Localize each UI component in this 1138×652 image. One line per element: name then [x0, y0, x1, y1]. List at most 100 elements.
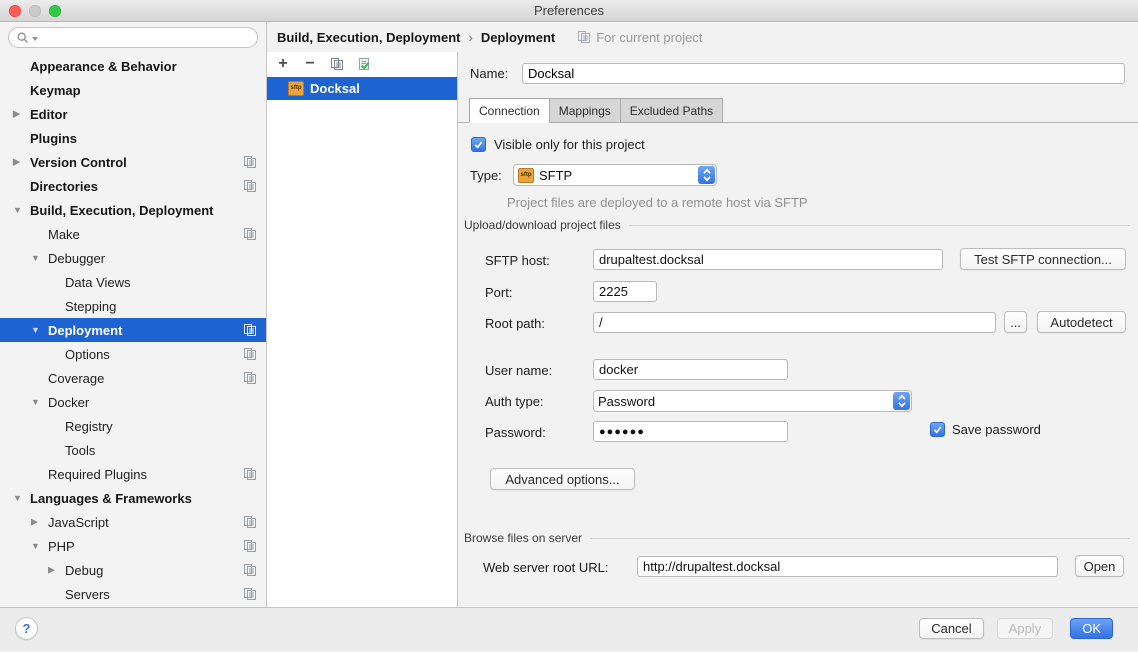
help-button[interactable]: ?	[15, 617, 38, 640]
user-name-input[interactable]	[593, 359, 788, 380]
upload-section-header: Upload/download project files	[464, 218, 1130, 232]
per-project-icon	[243, 371, 257, 385]
root-path-input[interactable]	[593, 312, 996, 333]
per-project-icon	[577, 30, 591, 44]
servers-toolbar: + −	[267, 52, 457, 76]
visible-only-checkbox[interactable]	[471, 137, 486, 152]
browse-section-header: Browse files on server	[464, 531, 1130, 545]
sidebar-item-coverage[interactable]: Coverage	[0, 366, 266, 390]
sidebar-item-deployment[interactable]: Deployment	[0, 318, 266, 342]
sftp-file-icon: sftp	[288, 81, 304, 96]
chevron-expanded-icon[interactable]	[31, 541, 40, 551]
browse-root-path-button[interactable]: ...	[1004, 311, 1027, 333]
per-project-icon	[243, 587, 257, 601]
chevron-collapsed-icon[interactable]	[13, 157, 20, 168]
tab-mappings[interactable]: Mappings	[550, 98, 621, 123]
sidebar-item-debug[interactable]: Debug	[0, 558, 266, 582]
auth-type-select[interactable]: Password	[593, 390, 912, 412]
window-title: Preferences	[0, 0, 1138, 21]
password-input[interactable]	[593, 421, 788, 442]
sidebar-item-debugger[interactable]: Debugger	[0, 246, 266, 270]
chevron-collapsed-icon[interactable]	[31, 517, 38, 528]
test-sftp-connection-button[interactable]: Test SFTP connection...	[960, 248, 1126, 270]
chevron-expanded-icon[interactable]	[31, 397, 40, 407]
zoom-window-button[interactable]	[49, 5, 61, 17]
per-project-icon	[243, 539, 257, 553]
sidebar-item-registry[interactable]: Registry	[0, 414, 266, 438]
name-input[interactable]	[522, 63, 1125, 84]
dropdown-stepper-icon[interactable]	[893, 392, 910, 410]
web-root-input[interactable]	[637, 556, 1058, 577]
breadcrumb-parent: Build, Execution, Deployment	[277, 30, 460, 45]
visible-only-label: Visible only for this project	[494, 137, 645, 152]
sidebar-item-languages-frameworks[interactable]: Languages & Frameworks	[0, 486, 266, 510]
server-list-item-docksal[interactable]: sftp Docksal	[267, 77, 457, 100]
chevron-collapsed-icon[interactable]	[13, 109, 20, 120]
add-server-button[interactable]: +	[275, 56, 291, 72]
server-name: Docksal	[310, 81, 360, 96]
type-hint-text: Project files are deployed to a remote h…	[507, 195, 808, 210]
advanced-options-button[interactable]: Advanced options...	[490, 468, 635, 490]
sidebar-item-tools[interactable]: Tools	[0, 438, 266, 462]
copy-server-icon[interactable]	[329, 56, 345, 72]
sidebar-item-version-control[interactable]: Version Control	[0, 150, 266, 174]
sidebar-item-data-views[interactable]: Data Views	[0, 270, 266, 294]
sftp-host-label: SFTP host:	[485, 253, 550, 268]
section-divider-line	[590, 538, 1130, 539]
sidebar-item-plugins[interactable]: Plugins	[0, 126, 266, 150]
port-label: Port:	[485, 285, 512, 300]
chevron-expanded-icon[interactable]	[31, 325, 40, 335]
scope-indicator: For current project	[577, 30, 702, 45]
chevron-expanded-icon[interactable]	[13, 493, 22, 503]
password-label: Password:	[485, 425, 546, 440]
close-window-button[interactable]	[9, 5, 21, 17]
search-input[interactable]	[40, 31, 250, 45]
sidebar-item-keymap[interactable]: Keymap	[0, 78, 266, 102]
settings-search-field[interactable]	[8, 27, 258, 48]
chevron-expanded-icon[interactable]	[31, 253, 40, 263]
chevron-expanded-icon[interactable]	[13, 205, 22, 215]
use-as-default-icon[interactable]	[356, 56, 372, 72]
open-url-button[interactable]: Open	[1075, 555, 1124, 577]
auth-type-label: Auth type:	[485, 394, 544, 409]
sftp-host-input[interactable]	[593, 249, 943, 270]
sidebar-item-stepping[interactable]: Stepping	[0, 294, 266, 318]
remove-server-button[interactable]: −	[302, 56, 318, 72]
settings-tree: Appearance & Behavior Keymap Editor Plug…	[0, 54, 266, 606]
tab-connection[interactable]: Connection	[469, 98, 550, 123]
deployment-form: Name: Connection Mappings Excluded Paths…	[458, 52, 1138, 607]
sidebar-item-appearance-behavior[interactable]: Appearance & Behavior	[0, 54, 266, 78]
servers-list-panel: + − sftp Docksal	[267, 52, 458, 607]
port-input[interactable]	[593, 281, 657, 302]
per-project-icon	[243, 227, 257, 241]
apply-button[interactable]: Apply	[997, 618, 1054, 639]
cancel-button[interactable]: Cancel	[919, 618, 983, 639]
per-project-icon	[243, 323, 257, 337]
autodetect-button[interactable]: Autodetect	[1037, 311, 1126, 333]
sidebar-item-servers[interactable]: Servers	[0, 582, 266, 606]
breadcrumb-current: Deployment	[481, 30, 555, 45]
sidebar-item-php[interactable]: PHP	[0, 534, 266, 558]
save-password-label: Save password	[952, 422, 1041, 437]
chevron-collapsed-icon[interactable]	[48, 565, 55, 576]
sidebar-item-options[interactable]: Options	[0, 342, 266, 366]
dropdown-stepper-icon[interactable]	[698, 166, 715, 184]
per-project-icon	[243, 563, 257, 577]
ok-button[interactable]: OK	[1070, 618, 1113, 639]
sidebar-item-editor[interactable]: Editor	[0, 102, 266, 126]
sidebar-item-docker[interactable]: Docker	[0, 390, 266, 414]
scope-label: For current project	[596, 30, 702, 45]
search-options-caret-icon[interactable]	[32, 37, 38, 41]
search-icon	[16, 31, 30, 45]
tab-excluded-paths[interactable]: Excluded Paths	[621, 98, 723, 123]
minimize-window-button[interactable]	[29, 5, 41, 17]
save-password-checkbox[interactable]	[930, 422, 945, 437]
sidebar-item-build-execution-deployment[interactable]: Build, Execution, Deployment	[0, 198, 266, 222]
sidebar-item-make[interactable]: Make	[0, 222, 266, 246]
sidebar-item-directories[interactable]: Directories	[0, 174, 266, 198]
per-project-icon	[243, 179, 257, 193]
section-divider-line	[629, 225, 1130, 226]
sidebar-item-required-plugins[interactable]: Required Plugins	[0, 462, 266, 486]
type-select[interactable]: sftp SFTP	[513, 164, 717, 186]
sidebar-item-javascript[interactable]: JavaScript	[0, 510, 266, 534]
